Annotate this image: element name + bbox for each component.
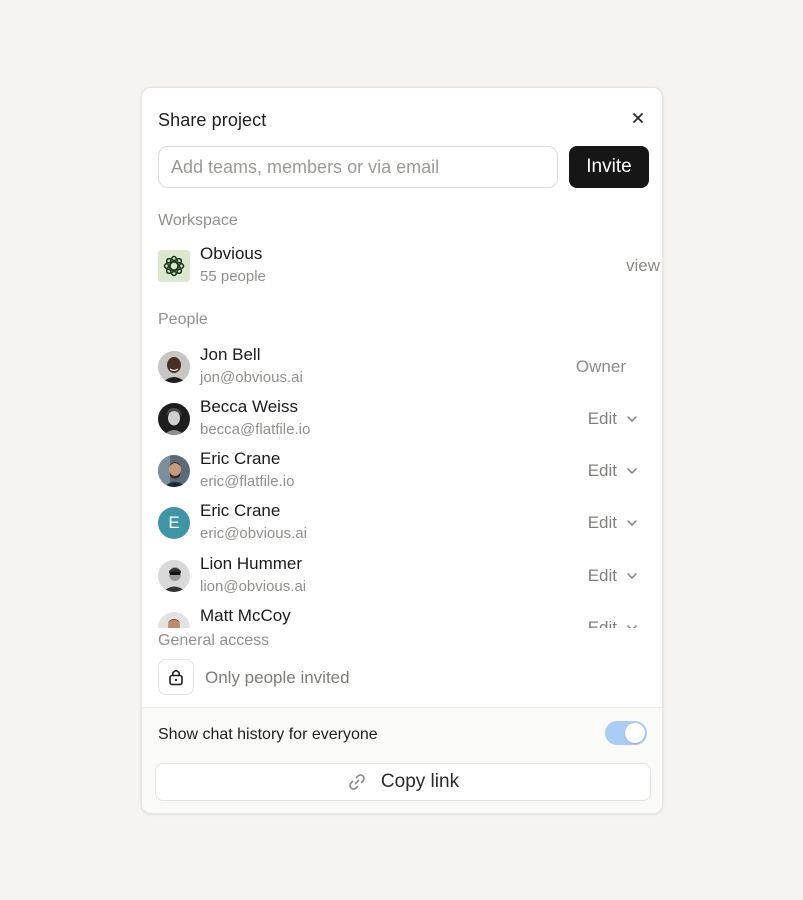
- person-row: Lion Hummer lion@obvious.ai Edit: [158, 554, 653, 598]
- person-role: Owner: [575, 357, 626, 376]
- role-dropdown[interactable]: Edit: [588, 566, 637, 586]
- person-name: Eric Crane: [200, 449, 281, 468]
- chevron-down-icon: [627, 520, 637, 526]
- role-dropdown[interactable]: Edit: [588, 618, 637, 628]
- person-email: lion@obvious.ai: [200, 578, 307, 595]
- person-name: Eric Crane: [200, 501, 281, 520]
- workspace-row: Obvious 55 people view: [158, 244, 660, 288]
- person-name: Lion Hummer: [200, 554, 303, 573]
- role-dropdown-label: Edit: [587, 409, 617, 428]
- person-email: jon@obvious.ai: [200, 369, 303, 386]
- avatar: [158, 612, 190, 628]
- chat-history-label: Show chat history for everyone: [158, 726, 378, 743]
- workspace-logo: [158, 250, 190, 282]
- role-dropdown[interactable]: Edit: [588, 461, 637, 481]
- workspace-members: 55 people: [200, 268, 266, 285]
- close-button[interactable]: [628, 108, 648, 128]
- chevron-down-icon: [627, 573, 637, 579]
- person-email: eric@flatfile.io: [200, 473, 295, 490]
- initial-avatar: E: [158, 507, 190, 539]
- invite-search-input[interactable]: [158, 146, 558, 188]
- role-dropdown-label: Edit: [587, 461, 617, 480]
- role-dropdown-label: Edit: [587, 618, 617, 628]
- workspace-section-label: Workspace: [158, 212, 238, 229]
- person-row: Eric Crane eric@flatfile.io Edit: [158, 449, 653, 493]
- dialog-title: Share project: [158, 110, 267, 130]
- avatar: [158, 560, 190, 592]
- copy-link-button[interactable]: Copy link: [155, 763, 651, 801]
- person-row: Becca Weiss becca@flatfile.io Edit: [158, 397, 653, 441]
- role-dropdown[interactable]: Edit: [588, 513, 637, 533]
- people-list[interactable]: Jon Bell jon@obvious.ai Owner Becca Weis…: [142, 342, 662, 628]
- chevron-down-icon: [627, 625, 637, 628]
- lock-icon-box: [158, 659, 194, 695]
- chevron-down-icon: [627, 416, 637, 422]
- person-name: Matt McCoy: [200, 606, 291, 625]
- link-icon: [349, 774, 365, 790]
- chat-history-toggle[interactable]: [605, 721, 647, 745]
- flower-logo-icon: [163, 255, 185, 277]
- avatar: [158, 455, 190, 487]
- avatar-initial: E: [168, 513, 180, 532]
- general-access-section-label: General access: [158, 632, 358, 650]
- invite-row: Invite: [158, 146, 649, 188]
- lock-icon: [169, 669, 183, 686]
- person-row: E Eric Crane eric@obvious.ai Edit: [158, 501, 653, 545]
- person-name: Becca Weiss: [200, 397, 298, 416]
- dialog-footer: Show chat history for everyone Copy link: [142, 707, 662, 813]
- general-access-value: Only people invited: [205, 668, 350, 687]
- person-row: Matt McCoy Edit: [158, 606, 653, 628]
- copy-link-label: Copy link: [380, 771, 460, 792]
- chevron-down-icon: [627, 468, 637, 474]
- toggle-knob: [625, 723, 645, 743]
- share-project-dialog: Share project Invite Workspace Obvious 5…: [141, 87, 663, 814]
- close-icon: [633, 113, 643, 123]
- general-access-selector[interactable]: Only people invited: [158, 659, 458, 697]
- person-name: Jon Bell: [200, 345, 261, 364]
- workspace-name: Obvious: [200, 244, 263, 263]
- people-section-label: People: [158, 311, 208, 328]
- role-dropdown[interactable]: Edit: [588, 409, 637, 429]
- person-email: eric@obvious.ai: [200, 525, 307, 542]
- invite-button[interactable]: Invite: [569, 146, 649, 188]
- avatar: [158, 403, 190, 435]
- role-dropdown-label: Edit: [587, 566, 617, 585]
- person-email: becca@flatfile.io: [200, 421, 311, 438]
- workspace-permission[interactable]: view: [626, 256, 660, 276]
- person-row: Jon Bell jon@obvious.ai Owner: [158, 345, 653, 389]
- role-dropdown-label: Edit: [587, 513, 617, 532]
- avatar: [158, 351, 190, 383]
